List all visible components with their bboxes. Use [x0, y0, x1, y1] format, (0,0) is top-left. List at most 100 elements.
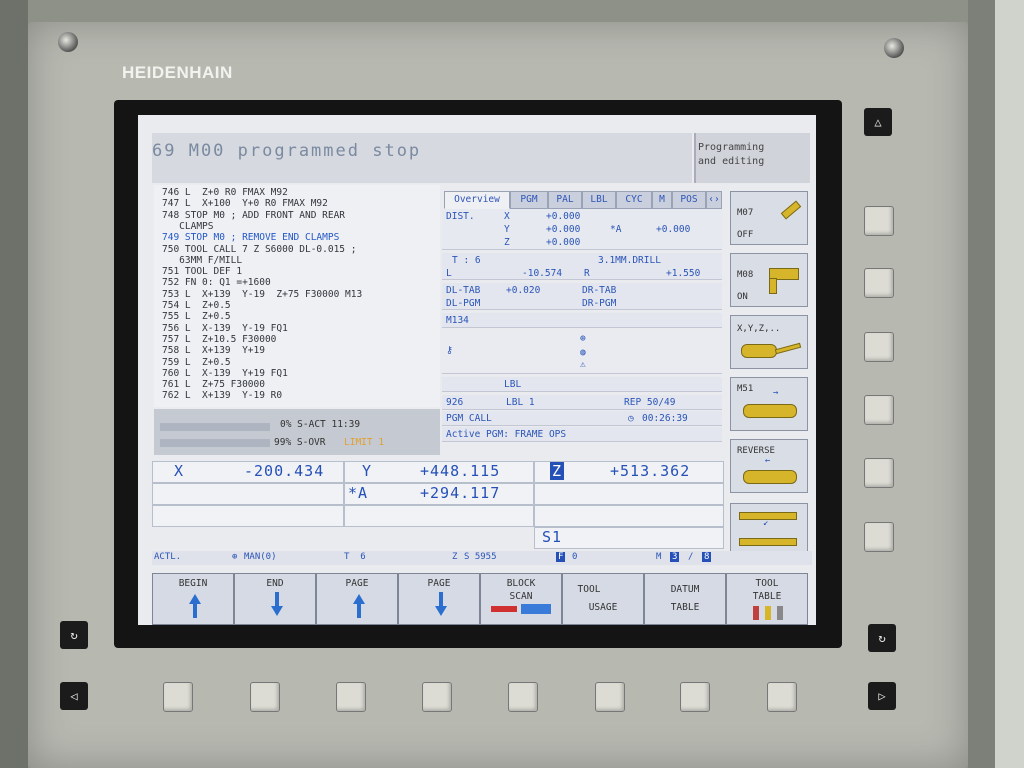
- program-line[interactable]: 750 TOOL CALL 7 Z S6000 DL-0.015 ;: [162, 244, 356, 255]
- horizontal-softkey-1[interactable]: [163, 682, 193, 712]
- lbl-header: LBL: [504, 379, 522, 390]
- m-function: M134: [446, 315, 469, 326]
- operating-mode: Programming and editing: [698, 142, 765, 167]
- dist-x-label: X: [504, 211, 510, 222]
- vertical-softkey-2[interactable]: [864, 268, 894, 298]
- coolant-nozzle-icon: [780, 200, 802, 220]
- dist-z-label: Z: [504, 237, 510, 248]
- s-act-bar: [160, 423, 270, 431]
- tab-lbl[interactable]: LBL: [582, 191, 616, 209]
- program-line[interactable]: CLAMPS: [162, 221, 213, 232]
- axis-z-label: Z: [550, 462, 565, 480]
- softkey-block-scan[interactable]: BLOCK SCAN: [480, 573, 562, 625]
- dl-pgm-label: DL-PGM: [446, 298, 481, 309]
- horizontal-softkey-3[interactable]: [336, 682, 366, 712]
- softkey-datum-table[interactable]: DATUM TABLE: [644, 573, 726, 625]
- vertical-softkey-1[interactable]: [864, 206, 894, 236]
- axis-a-value: +294.117: [420, 484, 501, 502]
- program-line[interactable]: 754 L Z+0.5: [162, 300, 231, 311]
- lbl-value: LBL 1: [506, 397, 535, 408]
- softkey-begin[interactable]: BEGIN: [152, 573, 234, 625]
- softkey-tool-table[interactable]: TOOL TABLE: [726, 573, 808, 625]
- vertical-softkey-5[interactable]: [864, 458, 894, 488]
- tab-m[interactable]: M: [652, 191, 672, 209]
- program-line[interactable]: 63MM F/MILL: [162, 255, 242, 266]
- program-line[interactable]: 749 STOP M0 ; REMOVE END CLAMPS: [162, 232, 339, 243]
- dist-a-label: *A: [610, 224, 622, 235]
- mode-switch-left-icon[interactable]: ↻: [60, 621, 88, 649]
- program-line[interactable]: 748 STOP M0 ; ADD FRONT AND REAR: [162, 210, 345, 221]
- active-program: Active PGM: FRAME OPS: [446, 429, 567, 440]
- program-line[interactable]: 747 L X+100 Y+0 R0 FMAX M92: [162, 198, 328, 209]
- axis-x-label: X: [174, 462, 185, 480]
- status-row: ACTL. ⊕ MAN(0) T 6 Z S 5955 F 0 M 3 / 8: [152, 551, 812, 565]
- program-line[interactable]: 756 L X-139 Y-19 FQ1: [162, 323, 288, 334]
- block-number: 926: [446, 397, 464, 408]
- horizontal-softkey-2[interactable]: [250, 682, 280, 712]
- dist-y-label: Y: [504, 224, 510, 235]
- tab-pgm[interactable]: PGM: [510, 191, 548, 209]
- softkey-end[interactable]: END: [234, 573, 316, 625]
- horizontal-softkey-8[interactable]: [767, 682, 797, 712]
- datum-icon: ⊕: [580, 333, 586, 344]
- softkey-tool-usage[interactable]: TOOL USAGE: [562, 573, 644, 625]
- conveyor-reverse-icon: [743, 470, 797, 484]
- program-line[interactable]: 760 L X-139 Y+19 FQ1: [162, 368, 288, 379]
- softkey-m08-on[interactable]: M08 ON: [730, 253, 808, 307]
- mode-switch-right-icon[interactable]: ↻: [868, 624, 896, 652]
- feed-value: 0: [572, 552, 578, 562]
- tab-scroll-icon[interactable]: ‹›: [706, 191, 722, 209]
- axis-y-value: +448.115: [420, 462, 501, 480]
- softkey-page-up[interactable]: PAGE: [316, 573, 398, 625]
- program-line[interactable]: 751 TOOL DEF 1: [162, 266, 242, 277]
- program-line[interactable]: 757 L Z+10.5 F30000: [162, 334, 276, 345]
- clock-icon: ◷: [628, 413, 634, 424]
- spindle-speed: S 5955: [464, 552, 497, 562]
- program-line[interactable]: 753 L X+139 Y-19 Z+75 F30000 M13: [162, 289, 362, 300]
- s-ovr-bar: [160, 439, 270, 447]
- tab-cyc[interactable]: CYC: [616, 191, 652, 209]
- softkey-m51[interactable]: M51 →: [730, 377, 808, 431]
- horizontal-softkey-6[interactable]: [595, 682, 625, 712]
- program-listing[interactable]: 746 L Z+0 R0 FMAX M92 747 L X+100 Y+0 R0 …: [154, 185, 440, 407]
- softkey-row-left-icon[interactable]: ◁: [60, 682, 88, 710]
- horizontal-softkey-7[interactable]: [680, 682, 710, 712]
- run-time: 00:26:39: [642, 413, 688, 424]
- vertical-softkey-4[interactable]: [864, 395, 894, 425]
- program-line[interactable]: 758 L X+139 Y+19: [162, 345, 265, 356]
- program-line[interactable]: 755 L Z+0.5: [162, 311, 231, 322]
- program-line[interactable]: 746 L Z+0 R0 FMAX M92: [162, 187, 288, 198]
- softkey-reverse[interactable]: REVERSE ←: [730, 439, 808, 493]
- tool-radius-value: +1.550: [666, 268, 701, 279]
- horizontal-softkey-5[interactable]: [508, 682, 538, 712]
- actl-label: ACTL.: [154, 552, 182, 562]
- screen-layout-up-icon[interactable]: △: [864, 108, 892, 136]
- softkey-m07-off[interactable]: M07 OFF: [730, 191, 808, 245]
- program-line[interactable]: 762 L X+139 Y-19 R0: [162, 390, 282, 401]
- tool-name: 3.1MM.DRILL: [598, 255, 661, 266]
- screw-icon: [58, 32, 78, 52]
- horizontal-softkey-4[interactable]: [422, 682, 452, 712]
- tab-pos[interactable]: POS: [672, 191, 706, 209]
- program-line[interactable]: 761 L Z+75 F30000: [162, 379, 265, 390]
- axis-y-label: Y: [362, 462, 373, 480]
- softkey-chip-conveyor[interactable]: ↙: [730, 503, 808, 557]
- arrow-down-icon: [271, 606, 283, 616]
- tab-pal[interactable]: PAL: [548, 191, 582, 209]
- softkey-axis-select[interactable]: X,Y,Z,..: [730, 315, 808, 369]
- softkey-page-down[interactable]: PAGE: [398, 573, 480, 625]
- background-wall-left: [0, 0, 28, 768]
- vertical-softkey-3[interactable]: [864, 332, 894, 362]
- vertical-softkey-6[interactable]: [864, 522, 894, 552]
- s-act: 0% S-ACT 11:39: [280, 419, 361, 430]
- program-line[interactable]: 759 L Z+0.5: [162, 357, 231, 368]
- screw-icon: [884, 38, 904, 58]
- tab-overview[interactable]: Overview: [444, 191, 510, 209]
- softkey-row-right-icon[interactable]: ▷: [868, 682, 896, 710]
- tool-table-icon: [753, 606, 759, 620]
- program-line[interactable]: 752 FN 0: Q1 =+1600: [162, 277, 271, 288]
- dist-y-value: +0.000: [546, 224, 581, 235]
- axis-x-value: -200.434: [244, 462, 325, 480]
- globe-icon: ◍: [580, 347, 586, 358]
- tool-radius-label: R: [584, 268, 590, 279]
